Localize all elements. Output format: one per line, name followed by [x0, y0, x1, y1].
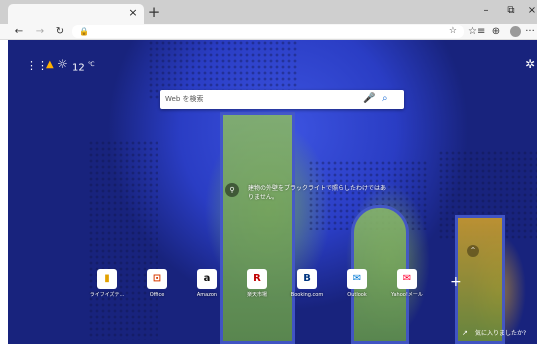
quick-link-tile[interactable]: a Amazon	[187, 269, 227, 303]
quick-link-label: Booking.com	[290, 292, 324, 298]
expand-icon[interactable]: ↗	[462, 329, 468, 338]
outlook-icon: ✉	[347, 269, 367, 289]
add-quick-link-button[interactable]: +	[450, 275, 462, 289]
quick-link-label: 楽天市場	[246, 292, 267, 298]
chevron-up-icon[interactable]: ^	[467, 245, 479, 257]
image-info-icon[interactable]: ⚲	[225, 183, 239, 197]
tab-close-icon[interactable]: ×	[126, 6, 140, 20]
quick-link-tile[interactable]: B Booking.com	[287, 269, 327, 303]
quick-link-label: Office	[149, 292, 165, 298]
toolbar: ← → ↻ 🔒 ☆ ☆≡ ⊕ ···	[0, 24, 537, 40]
maximize-button[interactable]: ⧉	[503, 5, 519, 17]
quick-link-tile[interactable]: ✉ Outlook	[337, 269, 377, 303]
minimize-button[interactable]: –	[478, 5, 494, 17]
amazon-icon: a	[197, 269, 217, 289]
settings-gear-icon[interactable]: ✲	[525, 58, 535, 71]
collections-icon[interactable]: ⊕	[490, 26, 502, 38]
microphone-icon[interactable]: 🎤	[363, 92, 375, 106]
rakuten-icon: R	[247, 269, 267, 289]
quick-link-tile[interactable]: R 楽天市場	[237, 269, 277, 303]
background-window-left	[220, 112, 295, 344]
temperature[interactable]: 12 ℃	[72, 59, 95, 74]
background-window-right	[455, 215, 505, 344]
back-icon[interactable]: ←	[13, 26, 25, 38]
quick-link-label: Amazon	[196, 292, 218, 298]
apps-grid-icon[interactable]: ⋮⋮	[26, 60, 48, 72]
web-search-box[interactable]: Web を検索 🎤 ⌕	[160, 90, 404, 109]
quick-link-tile[interactable]: ▮ ライフイズテ...	[87, 269, 127, 303]
weather-alert-icon[interactable]: ▲	[46, 59, 54, 71]
yahoo-mail-icon: ✉	[397, 269, 417, 289]
favorite-star-icon[interactable]: ☆	[449, 25, 457, 37]
sun-icon[interactable]: ☼	[57, 58, 68, 71]
tab-strip: × + – ⧉ ×	[0, 0, 537, 24]
refresh-icon[interactable]: ↻	[54, 26, 66, 38]
more-menu-icon[interactable]: ···	[524, 26, 536, 38]
booking-icon: B	[297, 269, 317, 289]
quick-link-tile[interactable]: ✉ Yahoo!メール	[387, 269, 427, 303]
new-tab-button[interactable]: +	[147, 5, 161, 20]
forward-icon[interactable]: →	[34, 26, 46, 38]
window-close-button[interactable]: ×	[524, 5, 537, 17]
like-image-link[interactable]: 気に入りましたか?	[475, 329, 526, 338]
address-bar[interactable]: 🔒 ☆	[72, 25, 464, 38]
quick-link-tile[interactable]: ⊡ Office	[137, 269, 177, 303]
search-placeholder[interactable]: Web を検索	[165, 94, 204, 104]
quick-link-label: Outlook	[347, 292, 367, 298]
quick-link-label: Yahoo!メール	[391, 292, 423, 298]
lock-icon: 🔒	[79, 27, 89, 36]
profile-avatar-icon[interactable]	[510, 26, 521, 37]
active-tab[interactable]: ×	[8, 4, 144, 24]
browser-window: × + – ⧉ × ← → ↻ 🔒 ☆ ☆≡ ⊕ ··· ⋮⋮ ▲ ☼ 12 ℃…	[0, 0, 537, 344]
search-icon[interactable]: ⌕	[382, 92, 388, 106]
quick-link-icon: ▮	[97, 269, 117, 289]
quick-link-label: ライフイズテ...	[89, 292, 125, 298]
new-tab-page: ⋮⋮ ▲ ☼ 12 ℃ ✲ Web を検索 🎤 ⌕ ⚲ 建物の外壁をブラックライ…	[8, 40, 537, 344]
image-caption[interactable]: 建物の外壁をブラックライトで照らしたわけではありません。	[248, 184, 388, 202]
favorites-list-icon[interactable]: ☆≡	[468, 26, 485, 38]
office-icon: ⊡	[147, 269, 167, 289]
background-lattice	[88, 140, 158, 340]
